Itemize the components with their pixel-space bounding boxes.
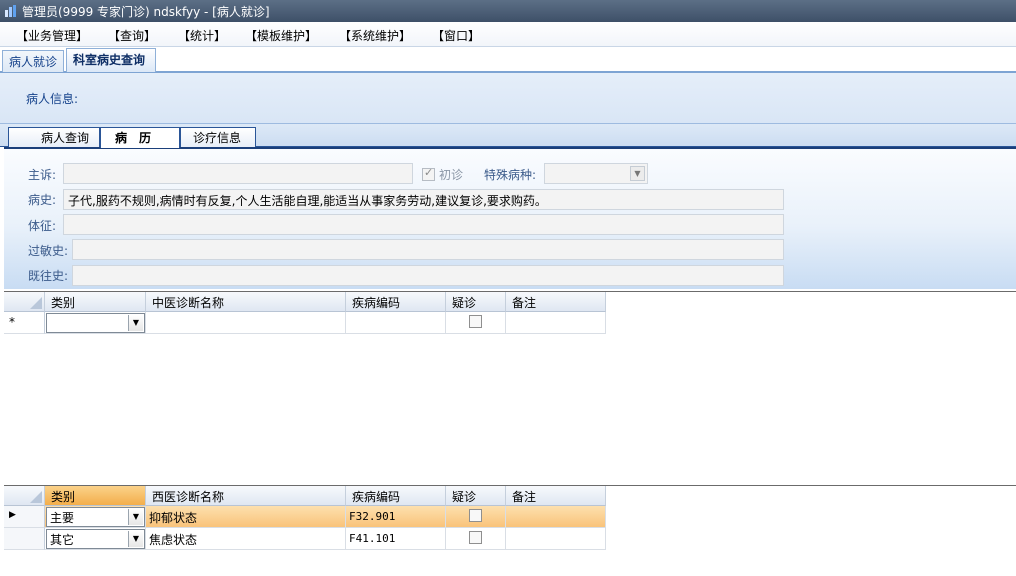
tab-patient-query[interactable]: 病人查询: [8, 127, 100, 147]
table-cell-note[interactable]: [506, 312, 606, 334]
menu-window[interactable]: 【窗口】: [432, 27, 480, 44]
first-visit-checkbox[interactable]: ✓: [422, 166, 435, 181]
chevron-down-icon[interactable]: ▼: [630, 166, 645, 181]
grid-corner[interactable]: [4, 486, 45, 506]
disease-code-value: F41.101: [349, 532, 396, 545]
patient-info-label: 病人信息:: [26, 92, 79, 106]
tab-treatment-info[interactable]: 诊疗信息: [180, 127, 256, 147]
table-cell-note[interactable]: [506, 506, 606, 528]
column-header-tcm-name[interactable]: 中医诊断名称: [146, 292, 346, 312]
medical-record-form: 主诉: ✓ 初诊 特殊病种: ▼ 病史: 子代,服药不规则,病情时有反复,个人生…: [4, 147, 1016, 289]
category-select[interactable]: 主要 ▼: [46, 507, 145, 527]
row-header[interactable]: [4, 528, 45, 550]
app-icon: [5, 5, 16, 17]
tab-department-history[interactable]: 科室病史查询: [66, 48, 156, 72]
table-cell-disease-code[interactable]: F41.101: [346, 528, 446, 550]
allergy-input[interactable]: [72, 239, 784, 260]
disease-code-value: F32.901: [349, 510, 396, 523]
table-cell-disease-code[interactable]: [346, 312, 446, 334]
allergy-label: 过敏史:: [28, 244, 69, 258]
column-header-note[interactable]: 备注: [506, 292, 606, 312]
table-cell-suspect[interactable]: [446, 528, 506, 550]
menu-bar: 【业务管理】 【查询】 【统计】 【模板维护】 【系统维护】 【窗口】: [0, 22, 1016, 47]
column-header-wm-name[interactable]: 西医诊断名称: [146, 486, 346, 506]
column-header-disease-code[interactable]: 疾病编码: [346, 486, 446, 506]
suspect-checkbox[interactable]: [469, 531, 482, 544]
exam-input[interactable]: [63, 214, 784, 235]
window-title: 管理员(9999 专家门诊) ndskfyy - [病人就诊]: [22, 5, 270, 19]
suspect-checkbox[interactable]: [469, 509, 482, 522]
past-history-label: 既往史:: [28, 269, 69, 283]
record-tabs: 病人查询 病 历 诊疗信息: [0, 123, 1016, 148]
chief-complaint-input[interactable]: [63, 163, 413, 184]
tab-medical-record[interactable]: 病 历: [100, 127, 180, 148]
table-cell-wm-name[interactable]: 抑郁状态: [146, 506, 346, 528]
special-disease-label: 特殊病种:: [484, 168, 537, 182]
chevron-down-icon[interactable]: ▼: [128, 315, 143, 331]
table-cell-disease-code[interactable]: F32.901: [346, 506, 446, 528]
menu-statistics[interactable]: 【统计】: [178, 27, 226, 44]
category-value: 其它: [50, 533, 75, 547]
menu-system[interactable]: 【系统维护】: [339, 27, 411, 44]
chevron-down-icon[interactable]: ▼: [128, 509, 143, 525]
patient-info-panel: 病人信息:: [0, 73, 1016, 123]
column-header-category[interactable]: 类别: [45, 486, 146, 506]
column-header-note[interactable]: 备注: [506, 486, 606, 506]
column-header-suspect[interactable]: 疑诊: [446, 292, 506, 312]
current-row-arrow-icon[interactable]: ▶: [4, 506, 45, 528]
column-header-suspect[interactable]: 疑诊: [446, 486, 506, 506]
chief-complaint-label: 主诉:: [28, 168, 57, 182]
new-row-indicator[interactable]: *: [4, 312, 45, 334]
menu-query[interactable]: 【查询】: [108, 27, 156, 44]
table-cell-category[interactable]: 其它 ▼: [45, 528, 146, 550]
table-cell-note[interactable]: [506, 528, 606, 550]
table-cell-category[interactable]: 主要 ▼: [45, 506, 146, 528]
special-disease-select[interactable]: ▼: [544, 163, 648, 184]
menu-template[interactable]: 【模板维护】: [245, 27, 317, 44]
document-tabs: 病人就诊 科室病史查询: [0, 47, 1016, 73]
column-header-disease-code[interactable]: 疾病编码: [346, 292, 446, 312]
exam-label: 体征:: [28, 219, 57, 233]
menu-business[interactable]: 【业务管理】: [16, 27, 88, 44]
history-input[interactable]: 子代,服药不规则,病情时有反复,个人生活能自理,能适当从事家务劳动,建议复诊,要…: [63, 189, 784, 210]
first-visit-label: 初诊: [439, 168, 464, 182]
history-label: 病史:: [28, 193, 57, 207]
chevron-down-icon[interactable]: ▼: [128, 531, 143, 547]
table-cell-category[interactable]: ▼: [45, 312, 146, 334]
tab-patient-visit[interactable]: 病人就诊: [2, 50, 64, 72]
category-select[interactable]: ▼: [46, 313, 145, 333]
check-mark-icon: ✓: [424, 166, 434, 179]
table-cell-suspect[interactable]: [446, 312, 506, 334]
category-select[interactable]: 其它 ▼: [46, 529, 145, 549]
column-header-category[interactable]: 类别: [45, 292, 146, 312]
category-value: 主要: [50, 511, 75, 525]
table-cell-wm-name[interactable]: 焦虑状态: [146, 528, 346, 550]
table-cell-tcm-name[interactable]: [146, 312, 346, 334]
window-titlebar: 管理员(9999 专家门诊) ndskfyy - [病人就诊]: [0, 0, 1016, 22]
past-history-input[interactable]: [72, 265, 784, 286]
grid-corner[interactable]: [4, 292, 45, 312]
suspect-checkbox[interactable]: [469, 315, 482, 328]
tcm-diagnosis-grid: 类别 中医诊断名称 疾病编码 疑诊 备注 * ▼: [4, 291, 1016, 485]
table-cell-suspect[interactable]: [446, 506, 506, 528]
wm-diagnosis-grid: 类别 西医诊断名称 疾病编码 疑诊 备注 ▶ 主要 ▼ 抑郁状态 F32.901…: [4, 485, 1016, 576]
